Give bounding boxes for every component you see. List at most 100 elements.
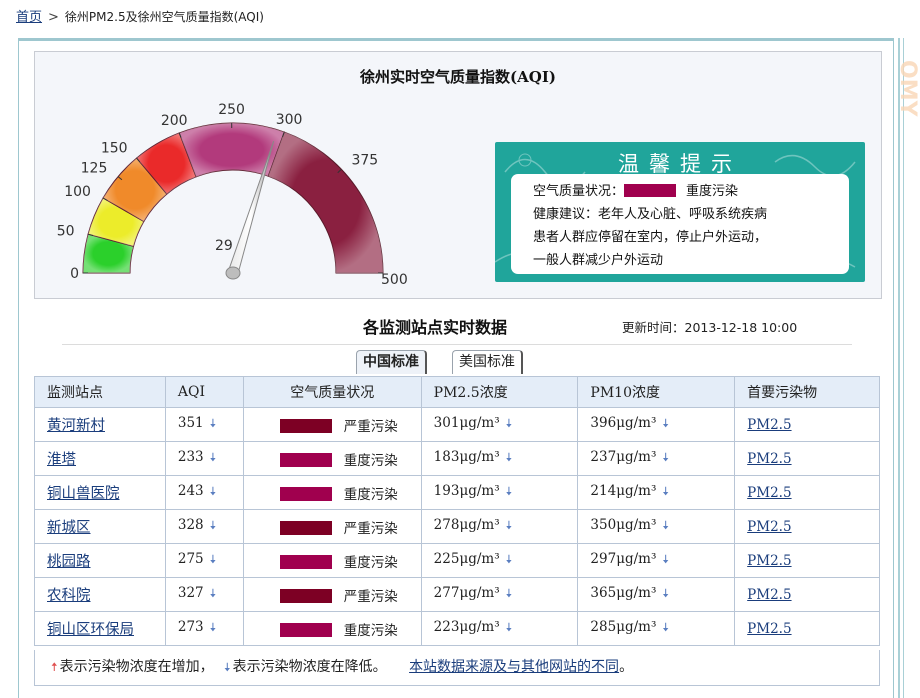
table-legend: 🠅表示污染物浓度在增加， 🠇表示污染物浓度在降低。 本站数据来源及与其他网站的不… <box>34 650 880 686</box>
station-link[interactable]: 淮塔 <box>47 452 76 468</box>
pm25-cell: 183μg/m³🠇 <box>421 442 578 476</box>
arrow-down-icon: 🠇 <box>506 518 513 532</box>
pm25-value: 225μg/m³ <box>434 551 500 567</box>
primary-pollutant-link[interactable]: PM2.5 <box>747 519 791 535</box>
primary-pollutant-cell: PM2.5 <box>735 578 880 612</box>
aqi-value: 233 <box>178 449 204 465</box>
station-link[interactable]: 桃园路 <box>47 554 91 570</box>
gauge-tick-label: 125 <box>81 161 108 177</box>
pm10-cell: 350μg/m³🠇 <box>578 510 735 544</box>
tip-status-line: 空气质量状况：重度污染 <box>533 180 849 203</box>
column-header-aqi: AQI <box>165 377 243 408</box>
station-cell: 黄河新村 <box>35 408 166 442</box>
station-link[interactable]: 铜山区环保局 <box>47 622 134 638</box>
primary-pollutant-link[interactable]: PM2.5 <box>747 621 791 637</box>
primary-pollutant-link[interactable]: PM2.5 <box>747 587 791 603</box>
status-cell: 重度污染 <box>243 442 421 476</box>
pm10-value: 297μg/m³ <box>590 551 656 567</box>
pm10-cell: 214μg/m³🠇 <box>578 476 735 510</box>
breadcrumb-home-link[interactable]: 首页 <box>16 10 42 25</box>
pm25-value: 193μg/m³ <box>434 483 500 499</box>
arrow-down-icon: 🠇 <box>210 484 217 498</box>
data-source-link[interactable]: 本站数据来源及与其他网站的不同 <box>409 659 619 675</box>
column-header-primary-pollutant: 首要污染物 <box>735 377 880 408</box>
arrow-down-icon: 🠇 <box>210 586 217 600</box>
aqi-cell: 275🠇 <box>165 544 243 578</box>
station-cell: 农科院 <box>35 578 166 612</box>
station-cell: 新城区 <box>35 510 166 544</box>
breadcrumb-current: 徐州PM2.5及徐州空气质量指数(AQI) <box>65 10 264 24</box>
arrow-down-icon: 🠇 <box>506 484 513 498</box>
pm10-cell: 285μg/m³ 🠇 <box>578 612 735 646</box>
gauge-tick-label: 0 <box>70 266 79 282</box>
tip-status-swatch <box>624 184 676 197</box>
status-cell: 严重污染 <box>243 510 421 544</box>
station-cell: 铜山区环保局 <box>35 612 166 646</box>
table-row: 铜山兽医院243🠇重度污染193μg/m³🠇214μg/m³🠇PM2.5 <box>35 476 880 510</box>
table-row: 黄河新村 351🠇严重污染 301μg/m³ 🠇396μg/m³ 🠇 PM2.5 <box>35 408 880 442</box>
aqi-cell: 327🠇 <box>165 578 243 612</box>
primary-pollutant-link[interactable]: PM2.5 <box>747 451 791 467</box>
arrow-down-icon: 🠇 <box>662 518 669 532</box>
pm10-cell: 297μg/m³🠇 <box>578 544 735 578</box>
pm25-value: 301μg/m³ <box>434 415 500 431</box>
status-cell: 严重污染 <box>243 408 421 442</box>
pm25-cell: 278μg/m³ 🠇 <box>421 510 578 544</box>
status-text: 重度污染 <box>344 623 398 639</box>
station-link[interactable]: 铜山兽医院 <box>47 486 120 502</box>
tip-status-label: 空气质量状况： <box>533 184 624 199</box>
pm25-cell: 225μg/m³ 🠇 <box>421 544 578 578</box>
pm10-cell: 365μg/m³🠇 <box>578 578 735 612</box>
gauge-tick-label: 500 <box>381 272 408 288</box>
pm10-cell: 396μg/m³ 🠇 <box>578 408 735 442</box>
pm25-cell: 193μg/m³ 🠇 <box>421 476 578 510</box>
station-link[interactable]: 新城区 <box>47 520 91 536</box>
station-link[interactable]: 农科院 <box>47 588 91 604</box>
aqi-cell: 351🠇 <box>165 408 243 442</box>
primary-pollutant-link[interactable]: PM2.5 <box>747 485 791 501</box>
update-time-value: 2013-12-18 10:00 <box>685 320 798 335</box>
legend-link-suffix: 。 <box>619 659 633 675</box>
stations-table: 监测站点 AQI 空气质量状况 PM2.5浓度 PM10浓度 首要污染物 黄河新… <box>34 376 880 646</box>
pm25-value: 278μg/m³ <box>434 517 500 533</box>
aqi-cell: 233🠇 <box>165 442 243 476</box>
pm10-value: 396μg/m³ <box>590 415 656 431</box>
status-color-swatch <box>280 487 332 501</box>
pm10-value: 285μg/m³ <box>590 619 656 635</box>
watermark: OMY <box>900 60 920 140</box>
breadcrumb: 首页 > 徐州PM2.5及徐州空气质量指数(AQI) <box>16 6 264 25</box>
table-row: 农科院327🠇严重污染277μg/m³🠇365μg/m³🠇PM2.5 <box>35 578 880 612</box>
aqi-gauge: 050100125150200250300375500 29 <box>35 52 475 298</box>
arrow-down-icon: 🠇 <box>662 620 669 634</box>
arrow-down-icon: 🠇 <box>662 484 669 498</box>
column-header-station: 监测站点 <box>35 377 166 408</box>
status-color-swatch <box>280 623 332 637</box>
breadcrumb-separator: > <box>48 10 59 25</box>
arrow-down-icon: 🠇 <box>224 660 231 674</box>
tip-content: 空气质量状况：重度污染 健康建议：老年人及心脏、呼吸系统疾病 患者人群应停留在室… <box>511 174 849 274</box>
needle-cap <box>226 267 240 279</box>
arrow-down-icon: 🠇 <box>210 620 217 634</box>
status-text: 重度污染 <box>344 555 398 571</box>
primary-pollutant-link[interactable]: PM2.5 <box>747 417 791 433</box>
primary-pollutant-cell: PM2.5 <box>735 544 880 578</box>
aqi-value: 328 <box>178 517 204 533</box>
pm25-cell: 223μg/m³🠇 <box>421 612 578 646</box>
arrow-down-icon: 🠇 <box>506 552 513 566</box>
update-time: 更新时间：2013-12-18 10:00 <box>622 317 797 336</box>
aqi-value: 243 <box>178 483 204 499</box>
arrow-down-icon: 🠇 <box>662 416 669 430</box>
status-text: 重度污染 <box>344 453 398 469</box>
primary-pollutant-link[interactable]: PM2.5 <box>747 553 791 569</box>
legend-up-text: 表示污染物浓度在增加， <box>60 659 214 675</box>
pm25-value: 223μg/m³ <box>434 619 500 635</box>
gauge-tick-label: 100 <box>64 184 91 200</box>
primary-pollutant-cell: PM2.5 <box>735 476 880 510</box>
aqi-cell: 273🠇 <box>165 612 243 646</box>
tab-us-standard[interactable]: 美国标准 <box>452 350 523 374</box>
pm10-cell: 237μg/m³🠇 <box>578 442 735 476</box>
pm25-cell: 277μg/m³🠇 <box>421 578 578 612</box>
station-link[interactable]: 黄河新村 <box>47 418 105 434</box>
status-cell: 重度污染 <box>243 476 421 510</box>
tab-china-standard[interactable]: 中国标准 <box>356 350 427 374</box>
